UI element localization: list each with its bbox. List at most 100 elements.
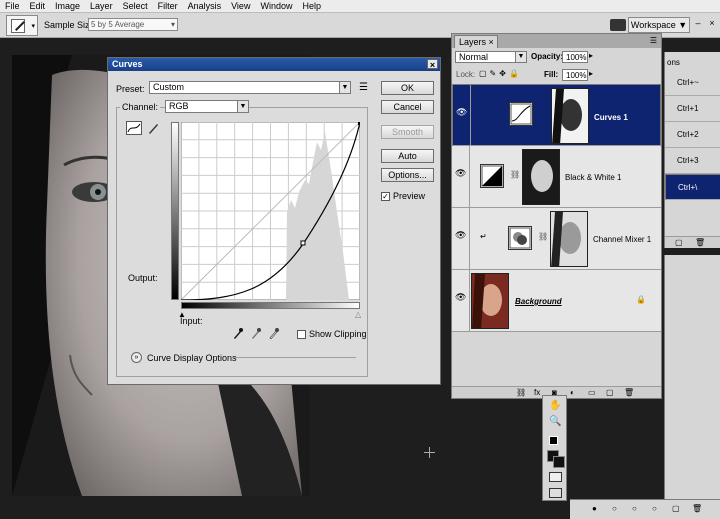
menu-help[interactable]: Help bbox=[297, 0, 326, 13]
opacity-input[interactable]: 100% bbox=[562, 51, 588, 63]
layer-name-channel-mixer[interactable]: Channel Mixer 1 bbox=[593, 235, 651, 244]
hand-tool-icon[interactable]: ✋ bbox=[549, 400, 561, 411]
layer-row-channel-mixer[interactable]: 👁 ↵ ⛓ Channel Mixer 1 bbox=[452, 208, 661, 270]
smooth-button[interactable]: Smooth bbox=[381, 125, 434, 139]
menu-window[interactable]: Window bbox=[255, 0, 297, 13]
layer-row-background[interactable]: 👁 Background 🔒 bbox=[452, 270, 661, 332]
group-folder-icon[interactable]: ▭ bbox=[588, 388, 596, 397]
zoom-tool-icon[interactable]: 🔍 bbox=[549, 416, 561, 427]
ok-button[interactable]: OK bbox=[381, 81, 434, 95]
menu-bar: File Edit Image Layer Select Filter Anal… bbox=[0, 0, 720, 13]
workspace-icon[interactable] bbox=[610, 19, 626, 31]
pencil-icon[interactable] bbox=[146, 121, 160, 135]
tool-preset-picker[interactable]: ▾ bbox=[6, 15, 38, 36]
cancel-button[interactable]: Cancel bbox=[381, 100, 434, 114]
channel-select[interactable]: RGB ▼ bbox=[165, 100, 249, 113]
layer-row-black-white[interactable]: 👁 ⛓ Black & White 1 bbox=[452, 146, 661, 208]
expand-chevron-icon[interactable]: » bbox=[131, 352, 142, 363]
curve-endpoint[interactable] bbox=[358, 122, 361, 125]
chevron-right-icon[interactable]: ▸ bbox=[589, 51, 593, 60]
link-icon: ⛓ bbox=[538, 232, 549, 241]
eye-icon[interactable]: 👁 bbox=[455, 292, 466, 302]
adjustment-layer-icon[interactable]: ◐ bbox=[570, 388, 575, 397]
curve-edit-points-icon[interactable] bbox=[126, 121, 142, 135]
lock-icons[interactable]: ▢✎✥🔒 bbox=[479, 69, 522, 78]
curves-dialog-title: Curves × bbox=[108, 58, 440, 71]
workspace-button[interactable]: Workspace ▼ bbox=[628, 17, 690, 33]
layer-name-background[interactable]: Background bbox=[515, 297, 562, 306]
fill-input[interactable]: 100% bbox=[562, 69, 588, 81]
black-eyedropper-icon[interactable] bbox=[232, 328, 243, 339]
circle-icon[interactable]: ○ bbox=[612, 504, 617, 513]
link-layers-icon[interactable]: ⛓ bbox=[516, 388, 526, 397]
chevron-right-icon[interactable]: ▸ bbox=[589, 69, 593, 78]
menu-file[interactable]: File bbox=[0, 0, 25, 13]
menu-analysis[interactable]: Analysis bbox=[183, 0, 227, 13]
shortcut-row[interactable]: Ctrl+\ bbox=[665, 174, 720, 200]
menu-image[interactable]: Image bbox=[50, 0, 85, 13]
curves-adjustment-icon bbox=[509, 102, 533, 126]
screen-mode-icon[interactable] bbox=[549, 488, 562, 498]
quick-mask-icon[interactable] bbox=[549, 472, 562, 482]
sample-size-select[interactable]: 5 by 5 Average bbox=[88, 18, 178, 31]
eye-icon[interactable]: 👁 bbox=[455, 168, 466, 178]
curve-point[interactable] bbox=[300, 240, 306, 246]
circle-icon[interactable]: ○ bbox=[632, 504, 637, 513]
white-point-slider-icon[interactable]: △ bbox=[355, 310, 361, 319]
preset-select[interactable]: Custom ▼ bbox=[149, 81, 351, 94]
new-icon[interactable]: ▢ bbox=[675, 238, 683, 247]
shortcut-row[interactable]: Ctrl+2 bbox=[665, 122, 720, 148]
trash-icon[interactable]: 🗑 bbox=[692, 504, 702, 513]
shortcut-row[interactable]: Ctrl+~ bbox=[665, 70, 720, 96]
background-thumbnail[interactable] bbox=[471, 273, 509, 329]
blend-mode-select[interactable]: Normal ▼ bbox=[455, 51, 527, 63]
shortcut-label: Ctrl+3 bbox=[677, 156, 699, 165]
show-clipping-checkbox[interactable] bbox=[297, 330, 306, 339]
default-colors-icon[interactable] bbox=[549, 436, 558, 445]
close-icon[interactable]: × bbox=[706, 17, 718, 29]
new-icon[interactable]: ▢ bbox=[672, 504, 680, 513]
chevron-down-icon: ▾ bbox=[31, 23, 35, 30]
layers-panel: Layers × ☰ Normal ▼ Opacity: 100% ▸ Lock… bbox=[451, 33, 662, 399]
chevron-down-icon: ▼ bbox=[515, 52, 526, 62]
trash-icon[interactable]: 🗑 bbox=[695, 238, 705, 247]
menu-select[interactable]: Select bbox=[118, 0, 153, 13]
layer-name-curves[interactable]: Curves 1 bbox=[594, 112, 628, 123]
brush-icon[interactable]: ● bbox=[592, 504, 597, 513]
preset-options-icon[interactable]: ☰ bbox=[359, 82, 368, 93]
curve-display-options-label[interactable]: Curve Display Options bbox=[147, 353, 237, 363]
white-eyedropper-icon[interactable] bbox=[268, 328, 279, 340]
background-color-swatch[interactable] bbox=[553, 456, 565, 468]
menu-filter[interactable]: Filter bbox=[153, 0, 183, 13]
black-white-adjustment-icon bbox=[480, 164, 504, 188]
layer-style-icon[interactable]: fx bbox=[534, 388, 540, 397]
black-white-mask-thumbnail[interactable] bbox=[522, 149, 560, 205]
shortcut-row[interactable]: Ctrl+3 bbox=[665, 148, 720, 174]
layer-name-black-white[interactable]: Black & White 1 bbox=[565, 173, 621, 182]
shortcut-row[interactable]: Ctrl+1 bbox=[665, 96, 720, 122]
menu-layer[interactable]: Layer bbox=[85, 0, 118, 13]
chevron-down-icon: ▼ bbox=[237, 101, 248, 112]
eye-icon[interactable]: 👁 bbox=[455, 230, 466, 240]
curves-mask-thumbnail[interactable] bbox=[551, 88, 589, 144]
channel-label: Channel: bbox=[120, 102, 161, 112]
menu-edit[interactable]: Edit bbox=[25, 0, 51, 13]
options-button[interactable]: Options... bbox=[381, 168, 434, 182]
menu-view[interactable]: View bbox=[226, 0, 255, 13]
channel-mixer-mask-thumbnail[interactable] bbox=[550, 211, 588, 267]
close-icon[interactable]: × bbox=[427, 59, 438, 70]
new-layer-icon[interactable]: ▢ bbox=[606, 388, 614, 397]
curves-graph[interactable] bbox=[180, 121, 361, 301]
layer-row-curves[interactable]: 👁 Curves 1 bbox=[452, 84, 661, 146]
tab-layers[interactable]: Layers × bbox=[454, 35, 498, 48]
circle-icon[interactable]: ○ bbox=[652, 504, 657, 513]
auto-button[interactable]: Auto bbox=[381, 149, 434, 163]
eye-icon[interactable]: 👁 bbox=[456, 107, 467, 117]
preview-checkbox[interactable]: ✓ bbox=[381, 192, 390, 201]
side-tab-fragment[interactable]: ons bbox=[667, 58, 680, 67]
gray-eyedropper-icon[interactable] bbox=[250, 328, 261, 339]
minimize-icon[interactable]: – bbox=[692, 17, 704, 29]
input-label: Input: bbox=[180, 316, 203, 326]
panel-menu-icon[interactable]: ☰ bbox=[650, 36, 657, 45]
trash-icon[interactable]: 🗑 bbox=[624, 388, 634, 397]
